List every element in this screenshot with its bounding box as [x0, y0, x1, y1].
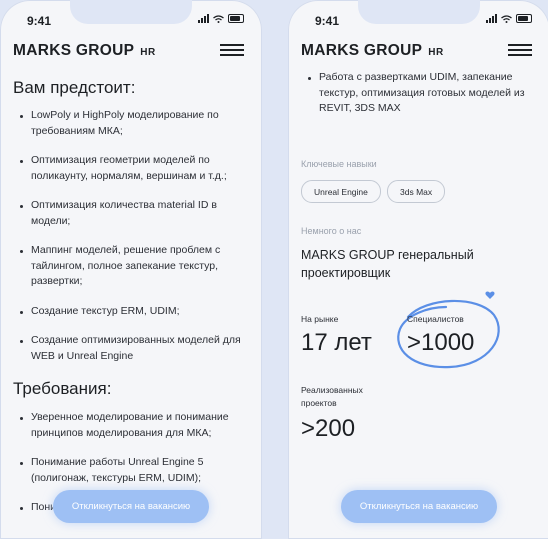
phone-screen-right: 9:41 MARKS GROUP HR Работа с развертками …: [288, 0, 548, 539]
list-item: Создание текстур ERM, UDIM;: [13, 304, 245, 320]
battery-icon: [516, 14, 532, 23]
battery-icon: [228, 14, 244, 23]
list-item: Понимание работы Unreal Engine 5 (полиго…: [13, 455, 245, 486]
tasks-list-continued: Работа с развертками UDIM, запекание тек…: [301, 70, 533, 131]
brand-logo[interactable]: MARKS GROUP HR: [13, 42, 156, 60]
status-icons: [198, 14, 244, 23]
apply-button[interactable]: Откликнуться на вакансию: [341, 490, 497, 523]
list-item: Маппинг моделей, решение проблем с тайли…: [13, 243, 245, 290]
stat-market-label: На рынке: [301, 314, 339, 324]
apply-button[interactable]: Откликнуться на вакансию: [53, 490, 209, 523]
list-item: Оптимизация геометрии моделей по поликау…: [13, 153, 245, 184]
list-item: Оптимизация количества material ID в мод…: [13, 198, 245, 229]
about-label: Немного о нас: [301, 226, 362, 236]
list-item: Уверенное моделирование и понимание прин…: [13, 410, 245, 441]
requirements-title: Требования:: [13, 379, 112, 398]
about-text: MARKS GROUP генеральный проектировщик: [301, 248, 474, 280]
list-item: LowPoly и HighPoly моделирование по треб…: [13, 108, 245, 139]
status-time: 9:41: [27, 14, 52, 28]
brand-logo[interactable]: MARKS GROUP HR: [301, 42, 444, 60]
skill-chip[interactable]: Unreal Engine: [301, 180, 381, 203]
stat-specialists-label: Специалистов: [407, 314, 464, 324]
signal-icon: [198, 14, 209, 23]
notch: [70, 0, 192, 24]
skills-label: Ключевые навыки: [301, 159, 377, 169]
brand-suffix: HR: [140, 47, 156, 58]
stat-projects-label-line-2: проектов: [301, 397, 337, 408]
notch: [358, 0, 480, 24]
hamburger-menu-icon[interactable]: [220, 44, 244, 56]
stat-projects-label: Реализованных проектов: [301, 384, 363, 409]
list-item: Работа с развертками UDIM, запекание тек…: [301, 70, 533, 117]
skill-chip[interactable]: 3ds Max: [387, 180, 446, 203]
duties-list: LowPoly и HighPoly моделирование по треб…: [13, 108, 245, 378]
stat-projects-label-line-1: Реализованных: [301, 385, 363, 395]
stat-specialists-value: >1000: [407, 329, 475, 356]
brand-name: MARKS GROUP: [13, 42, 135, 59]
brand-suffix: HR: [428, 47, 444, 58]
stat-market-value: 17 лет: [301, 329, 372, 356]
status-icons: [486, 14, 532, 23]
hamburger-menu-icon[interactable]: [508, 44, 532, 56]
wifi-icon: [501, 14, 512, 23]
phone-screen-left: 9:41 MARKS GROUP HR Вам предстоит: LowPol…: [0, 0, 262, 539]
duties-title: Вам предстоит:: [13, 78, 136, 97]
brand-name: MARKS GROUP: [301, 42, 423, 59]
wifi-icon: [213, 14, 224, 23]
list-item: Создание оптимизированных моделей для WE…: [13, 333, 245, 364]
stat-projects-value: >200: [301, 415, 356, 442]
signal-icon: [486, 14, 497, 23]
status-time: 9:41: [315, 14, 340, 28]
